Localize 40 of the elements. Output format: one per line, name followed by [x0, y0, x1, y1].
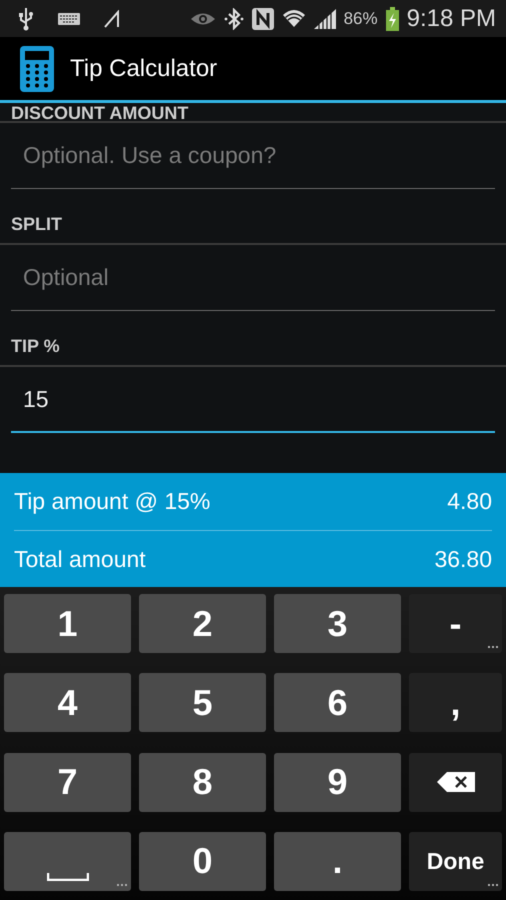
key[interactable]: 1: [4, 594, 131, 653]
space-bar-icon: [46, 872, 88, 881]
key[interactable]: 6: [274, 673, 401, 732]
bluetooth-icon: [224, 8, 244, 30]
battery-charging-icon: [386, 6, 399, 30]
result-label: Total amount: [14, 545, 146, 574]
signal-icon: [314, 8, 336, 28]
input-field[interactable]: Optional. Use a coupon?: [11, 123, 495, 189]
field-label: SPLIT: [0, 199, 506, 245]
key[interactable]: 5: [139, 673, 266, 732]
result-label: Tip amount @ 15%: [14, 487, 210, 516]
keyboard-icon: [58, 12, 80, 24]
backspace-icon: [436, 772, 474, 792]
key[interactable]: .: [274, 832, 401, 891]
key[interactable]: 0: [139, 832, 266, 891]
key[interactable]: -: [409, 594, 502, 653]
result-value: 36.80: [434, 545, 492, 574]
key[interactable]: 4: [4, 673, 131, 732]
field-label: DISCOUNT AMOUNT: [0, 103, 506, 123]
key[interactable]: ,: [409, 673, 502, 732]
done-key[interactable]: Done: [409, 832, 502, 891]
nfc-icon: [252, 8, 274, 30]
wifi-icon: [282, 8, 306, 30]
result-value: 4.80: [447, 487, 492, 516]
key[interactable]: 2: [139, 594, 266, 653]
key[interactable]: 9: [274, 752, 401, 812]
key[interactable]: 8: [139, 752, 266, 812]
battery-percent: 86%: [344, 10, 378, 27]
signal-slash-icon: [104, 10, 122, 28]
key[interactable]: 7: [4, 752, 131, 812]
calculator-icon: [20, 46, 54, 92]
key[interactable]: 3: [274, 594, 401, 653]
eye-icon: [190, 10, 216, 26]
input-field[interactable]: 15: [11, 367, 495, 433]
clock: 9:18 PM: [406, 6, 496, 30]
app-title: Tip Calculator: [70, 54, 218, 84]
usb-icon: [18, 6, 34, 30]
input-field[interactable]: Optional: [11, 245, 495, 311]
backspace-key[interactable]: [409, 752, 502, 812]
field-label: TIP %: [0, 321, 506, 367]
